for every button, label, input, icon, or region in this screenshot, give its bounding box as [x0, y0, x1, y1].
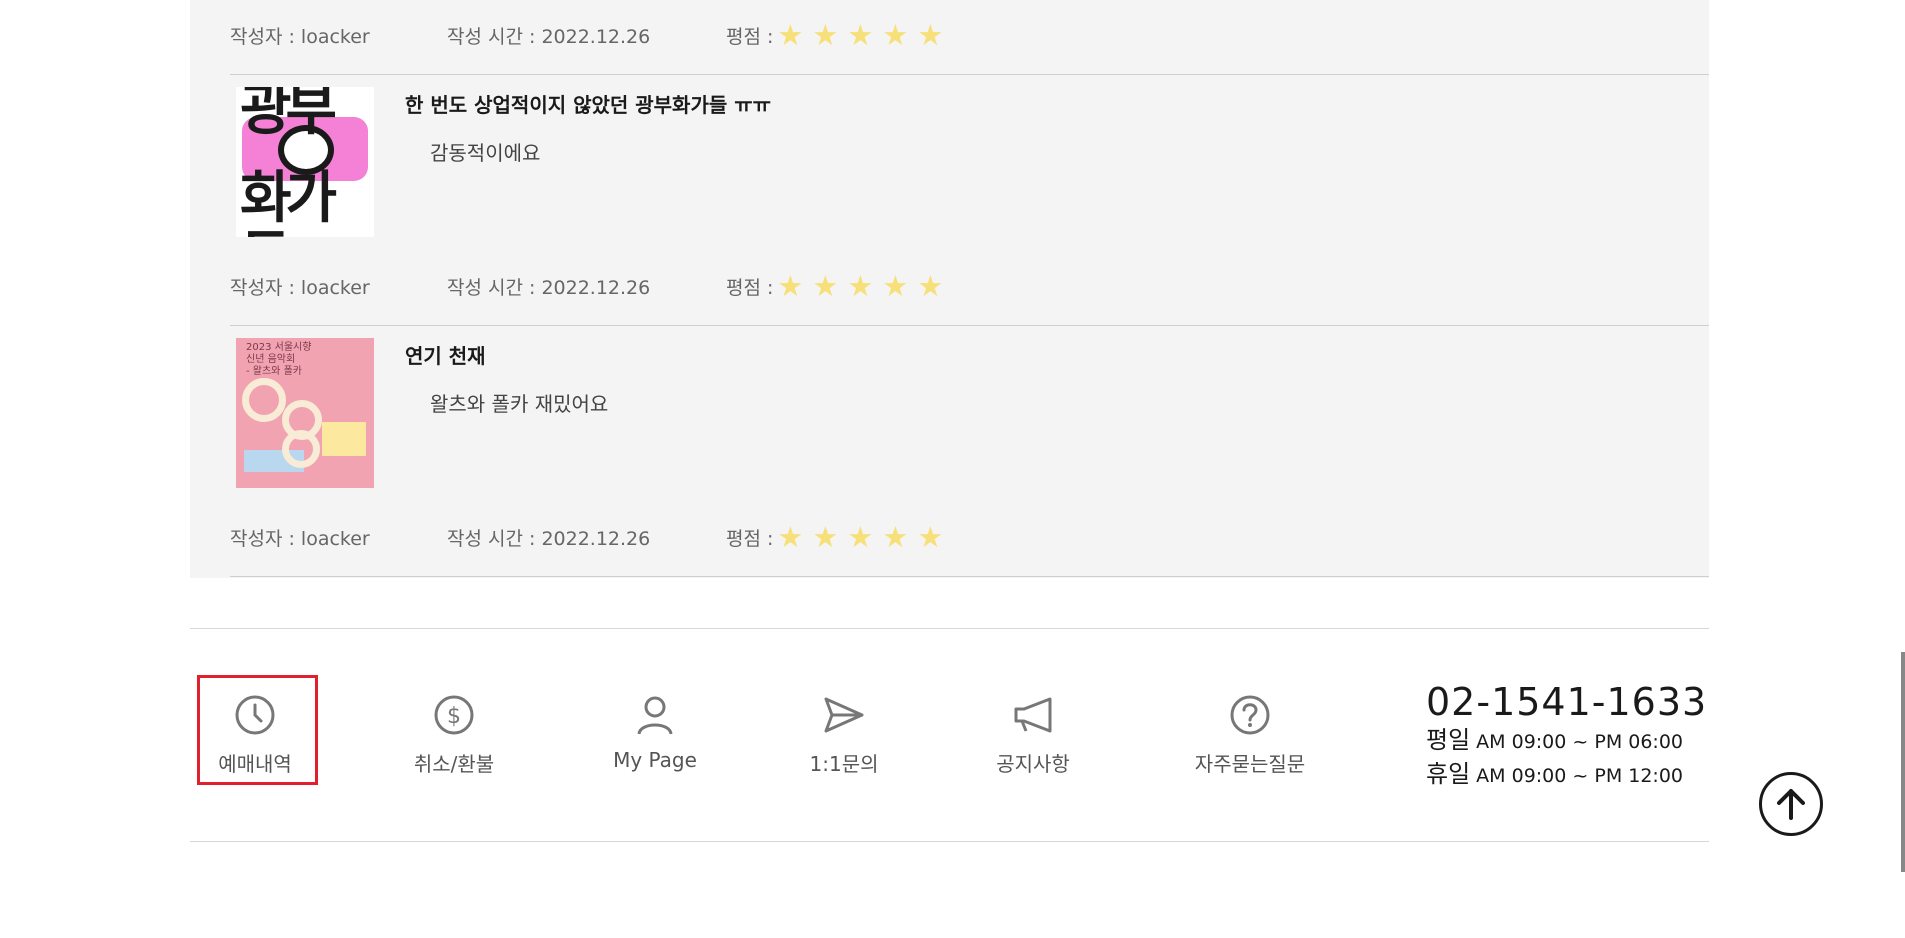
- review-author: 작성자 : loacker: [230, 276, 370, 299]
- footer-nav-inquiry[interactable]: 1:1문의: [794, 692, 894, 784]
- footer-nav-refund[interactable]: $ 취소/환불: [404, 692, 504, 784]
- poster-caption: 2023 서울시향 신년 음악회 - 왈츠와 폴카: [246, 342, 312, 377]
- review-author: 작성자 : loacker: [230, 527, 370, 550]
- arrow-up-icon: [1777, 789, 1805, 820]
- scroll-to-top-button[interactable]: [1759, 772, 1823, 836]
- footer-nav-notice[interactable]: 공지사항: [983, 692, 1083, 784]
- rating-label: 평점 :: [726, 276, 774, 299]
- selection-highlight: [197, 675, 318, 785]
- megaphone-icon: [1010, 692, 1056, 738]
- svg-text:$: $: [447, 704, 461, 729]
- footer-nav-faq[interactable]: 자주묻는질문: [1185, 692, 1315, 784]
- review-item: 2023 서울시향 신년 음악회 - 왈츠와 폴카 연기 천재 왈츠와 폴카 재밌어…: [230, 326, 1709, 488]
- review-poster[interactable]: 2023 서울시향 신년 음악회 - 왈츠와 폴카: [236, 338, 374, 488]
- review-time: 작성 시간 : 2022.12.26: [447, 527, 651, 550]
- review-meta: 작성자 : loacker 작성 시간 : 2022.12.26 평점 : ★ ★…: [230, 522, 952, 552]
- review-poster[interactable]: 광부 화가들: [236, 87, 374, 237]
- poster-art: [322, 422, 366, 456]
- weekday-time: AM 09:00 ~ PM 06:00: [1476, 731, 1684, 753]
- footer-nav-label: 자주묻는질문: [1194, 752, 1306, 776]
- star-icon: ★: [882, 18, 909, 52]
- star-icon: ★: [917, 520, 944, 554]
- review-meta: 작성자 : loacker 작성 시간 : 2022.12.26 평점 : ★ ★…: [230, 271, 952, 301]
- footer-nav-label: My Page: [613, 748, 697, 772]
- phone-number: 02-1541-1633: [1426, 680, 1708, 724]
- star-icon: ★: [777, 269, 804, 303]
- footer-divider: [190, 628, 1709, 629]
- footer-nav-label: 1:1문의: [809, 752, 879, 776]
- star-icon: ★: [777, 520, 804, 554]
- review-divider: [230, 576, 1709, 577]
- star-icon: ★: [917, 269, 944, 303]
- poster-art: [282, 430, 320, 468]
- review-body: 감동적이에요: [430, 141, 541, 165]
- holiday-label: 휴일: [1426, 760, 1471, 788]
- weekday-hours: 평일 AM 09:00 ~ PM 06:00: [1426, 724, 1707, 758]
- star-rating: ★ ★ ★ ★ ★: [777, 20, 952, 50]
- review-list: 작성자 : loacker 작성 시간 : 2022.12.26 평점 : ★ ★…: [190, 0, 1709, 578]
- star-icon: ★: [847, 18, 874, 52]
- review-title[interactable]: 한 번도 상업적이지 않았던 광부화가들 ㅠㅠ: [405, 89, 771, 118]
- star-icon: ★: [847, 520, 874, 554]
- user-icon: [632, 692, 678, 738]
- star-icon: ★: [882, 269, 909, 303]
- star-icon: ★: [882, 520, 909, 554]
- holiday-time: AM 09:00 ~ PM 12:00: [1476, 765, 1684, 787]
- star-icon: ★: [812, 18, 839, 52]
- review-rating: 평점 : ★ ★ ★ ★ ★: [726, 271, 952, 301]
- dollar-icon: $: [431, 692, 477, 738]
- star-icon: ★: [812, 520, 839, 554]
- star-icon: ★: [847, 269, 874, 303]
- footer-nav-label: 공지사항: [996, 752, 1070, 776]
- review-time: 작성 시간 : 2022.12.26: [447, 276, 651, 299]
- footer-nav-label: 취소/환불: [413, 752, 495, 776]
- review-rating: 평점 : ★ ★ ★ ★ ★: [726, 20, 952, 50]
- star-rating: ★ ★ ★ ★ ★: [777, 522, 952, 552]
- holiday-hours: 휴일 AM 09:00 ~ PM 12:00: [1426, 758, 1707, 792]
- review-title[interactable]: 연기 천재: [405, 340, 486, 369]
- star-rating: ★ ★ ★ ★ ★: [777, 271, 952, 301]
- send-icon: [821, 692, 867, 738]
- rating-label: 평점 :: [726, 527, 774, 550]
- poster-title-bottom: 화가들: [240, 166, 337, 238]
- poster-art: [242, 378, 286, 422]
- question-icon: [1227, 692, 1273, 738]
- poster-title-top: 광부: [240, 87, 337, 143]
- review-item: 광부 화가들 한 번도 상업적이지 않았던 광부화가들 ㅠㅠ 감동적이에요: [230, 75, 1709, 237]
- review-meta: 작성자 : loacker 작성 시간 : 2022.12.26 평점 : ★ ★…: [230, 20, 952, 50]
- star-icon: ★: [777, 18, 804, 52]
- rating-label: 평점 :: [726, 25, 774, 48]
- footer-divider: [190, 841, 1709, 842]
- footer-nav-mypage[interactable]: My Page: [605, 692, 705, 784]
- review-author: 작성자 : loacker: [230, 25, 370, 48]
- review-time: 작성 시간 : 2022.12.26: [447, 25, 651, 48]
- star-icon: ★: [917, 18, 944, 52]
- scrollbar[interactable]: [1901, 652, 1905, 872]
- star-icon: ★: [812, 269, 839, 303]
- weekday-label: 평일: [1426, 726, 1471, 754]
- review-body: 왈츠와 폴카 재밌어요: [430, 392, 609, 416]
- customer-center: 02-1541-1633 평일 AM 09:00 ~ PM 06:00 휴일 A…: [1426, 680, 1707, 792]
- review-rating: 평점 : ★ ★ ★ ★ ★: [726, 522, 952, 552]
